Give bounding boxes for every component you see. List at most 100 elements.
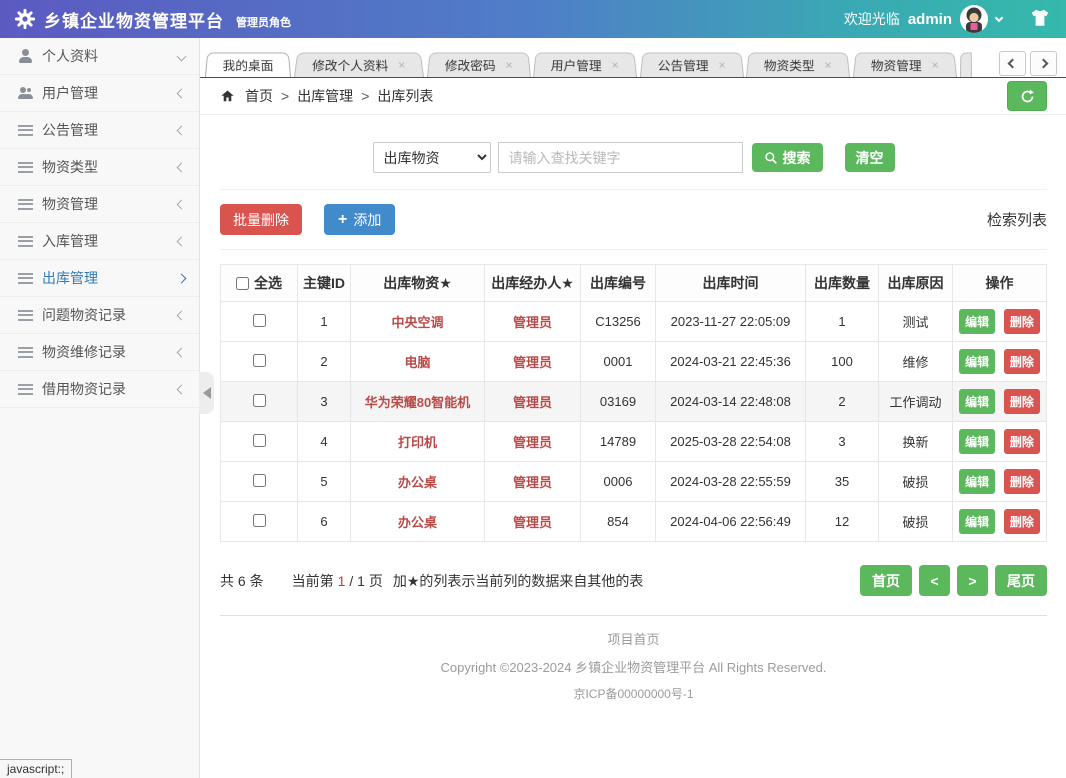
delete-button[interactable]: 删除 <box>1003 309 1040 334</box>
delete-button[interactable]: 删除 <box>1003 389 1040 414</box>
delete-button[interactable]: 删除 <box>1003 429 1040 454</box>
status-bar: javascript:; <box>0 759 73 778</box>
item-link[interactable]: 办公桌 <box>398 475 437 490</box>
breadcrumb-item[interactable]: 首页 <box>245 86 273 106</box>
list-icon <box>18 309 33 321</box>
list-icon <box>18 383 33 395</box>
edit-button[interactable]: 编辑 <box>959 349 996 374</box>
item-link[interactable]: 打印机 <box>398 435 437 450</box>
first-page-button[interactable]: 首页 <box>860 565 912 596</box>
item-link[interactable]: 中央空调 <box>391 315 443 330</box>
sidebar-item-公告管理[interactable]: 公告管理 <box>0 112 199 149</box>
next-page-button[interactable]: > <box>957 565 988 596</box>
refresh-button[interactable] <box>1007 81 1047 111</box>
tab-物资管理[interactable]: 物资管理 × <box>853 52 957 77</box>
list-icon <box>18 124 33 136</box>
tab-公告管理[interactable]: 公告管理 × <box>639 52 744 77</box>
chevron-left-icon <box>176 384 187 394</box>
operator-link[interactable]: 管理员 <box>513 395 552 410</box>
operator-link[interactable]: 管理员 <box>513 355 552 370</box>
tab-close-icon[interactable]: × <box>824 58 832 72</box>
copyright-text: Copyright ©2023-2024 乡镇企业物资管理平台 All Righ… <box>440 660 827 675</box>
breadcrumb-separator: > <box>281 88 290 104</box>
search-button[interactable]: 搜索 <box>751 143 823 172</box>
last-page-button[interactable]: 尾页 <box>995 565 1047 596</box>
tabs-next-button[interactable] <box>1030 51 1057 76</box>
app-header: 乡镇企业物资管理平台 管理员角色 欢迎光临 admin <box>0 0 1066 38</box>
breadcrumb-item[interactable]: 出库管理 <box>297 86 353 106</box>
row-checkbox[interactable] <box>252 433 266 447</box>
operator-link[interactable]: 管理员 <box>513 435 552 450</box>
sidebar-item-问题物资记录[interactable]: 问题物资记录 <box>0 297 199 334</box>
edit-button[interactable]: 编辑 <box>959 509 996 534</box>
sidebar-item-个人资料[interactable]: 个人资料 <box>0 38 199 75</box>
user-menu-chevron-down-icon[interactable] <box>994 13 1004 22</box>
row-checkbox[interactable] <box>252 513 266 527</box>
item-link[interactable]: 华为荣耀80智能机 <box>365 395 470 410</box>
sidebar-collapse-handle[interactable] <box>199 372 214 414</box>
tab-close-icon[interactable]: × <box>931 58 939 72</box>
operator-link[interactable]: 管理员 <box>513 315 552 330</box>
chevron-left-icon <box>176 347 187 357</box>
sidebar-item-出库管理[interactable]: 出库管理 <box>0 260 199 297</box>
collapse-arrow-icon <box>202 387 211 399</box>
tab-用户管理[interactable]: 用户管理 × <box>533 52 637 77</box>
total-pages: / 1 页 <box>349 572 383 589</box>
breadcrumb-row: 首页 > 出库管理 > 出库列表 <box>200 78 1066 115</box>
row-checkbox[interactable] <box>252 473 266 487</box>
theme-tshirt-icon[interactable] <box>1028 7 1052 31</box>
sidebar-item-物资类型[interactable]: 物资类型 <box>0 149 199 186</box>
avatar[interactable] <box>960 5 988 33</box>
add-button[interactable]: + 添加 <box>324 204 396 235</box>
tab-物资类型[interactable]: 物资类型 × <box>746 52 851 77</box>
prev-page-button[interactable]: < <box>919 565 950 596</box>
tabs-prev-button[interactable] <box>999 51 1026 76</box>
tab-修改个人资料[interactable]: 修改个人资料 × <box>294 52 424 77</box>
tab-修改密码[interactable]: 修改密码 × <box>426 52 531 77</box>
operator-link[interactable]: 管理员 <box>513 475 552 490</box>
breadcrumb-item[interactable]: 出库列表 <box>377 86 433 106</box>
clear-button[interactable]: 清空 <box>844 143 895 172</box>
search-field-select[interactable]: 出库物资 <box>372 142 491 173</box>
app-logo: 乡镇企业物资管理平台 管理员角色 <box>14 7 291 32</box>
edit-button[interactable]: 编辑 <box>959 309 996 334</box>
sidebar-item-入库管理[interactable]: 入库管理 <box>0 223 199 260</box>
delete-button[interactable]: 删除 <box>1003 469 1040 494</box>
batch-delete-button[interactable]: 批量删除 <box>220 204 302 235</box>
row-checkbox[interactable] <box>252 313 266 327</box>
sidebar-item-物资维修记录[interactable]: 物资维修记录 <box>0 334 199 371</box>
edit-button[interactable]: 编辑 <box>959 469 996 494</box>
project-home-link[interactable]: 项目首页 <box>607 629 659 648</box>
delete-button[interactable]: 删除 <box>1003 349 1040 374</box>
delete-button[interactable]: 删除 <box>1003 509 1040 534</box>
search-bar: 出库物资 搜索 清空 <box>220 115 1047 190</box>
tab-close-icon[interactable]: × <box>505 58 513 72</box>
list-icon <box>18 346 33 358</box>
row-checkbox[interactable] <box>252 393 266 407</box>
user-role-label: 管理员角色 <box>236 17 291 29</box>
tab-我的桌面[interactable]: 我的桌面 <box>205 52 292 77</box>
icp-text: 京ICP备00000000号-1 <box>573 687 694 701</box>
table-row: 6 办公桌 管理员 854 2024-04-06 22:56:49 12 破损 … <box>220 501 1047 542</box>
select-all-checkbox[interactable] <box>236 276 249 290</box>
sidebar-item-用户管理[interactable]: 用户管理 <box>0 75 199 112</box>
row-checkbox[interactable] <box>252 353 266 367</box>
list-icon <box>18 272 33 284</box>
chevron-left-icon <box>176 199 187 209</box>
search-input[interactable] <box>497 142 743 173</box>
tab-close-icon[interactable]: × <box>397 58 406 72</box>
tab-close-icon[interactable]: × <box>611 58 619 72</box>
tab-bar: 我的桌面 修改个人资料 × 修改密码 × 用户管理 × 公告管理 × 物资类型 … <box>200 38 1066 78</box>
item-link[interactable]: 办公桌 <box>398 515 437 530</box>
list-title: 检索列表 <box>986 212 1047 229</box>
users-icon <box>18 86 33 100</box>
edit-button[interactable]: 编辑 <box>959 389 996 414</box>
sidebar-item-物资管理[interactable]: 物资管理 <box>0 186 199 223</box>
sidebar-item-借用物资记录[interactable]: 借用物资记录 <box>0 371 199 408</box>
home-icon <box>220 89 235 103</box>
operator-link[interactable]: 管理员 <box>513 515 552 530</box>
app-title: 乡镇企业物资管理平台 <box>44 11 224 31</box>
tab-close-icon[interactable]: × <box>718 58 726 72</box>
item-link[interactable]: 电脑 <box>404 355 430 370</box>
edit-button[interactable]: 编辑 <box>959 429 996 454</box>
